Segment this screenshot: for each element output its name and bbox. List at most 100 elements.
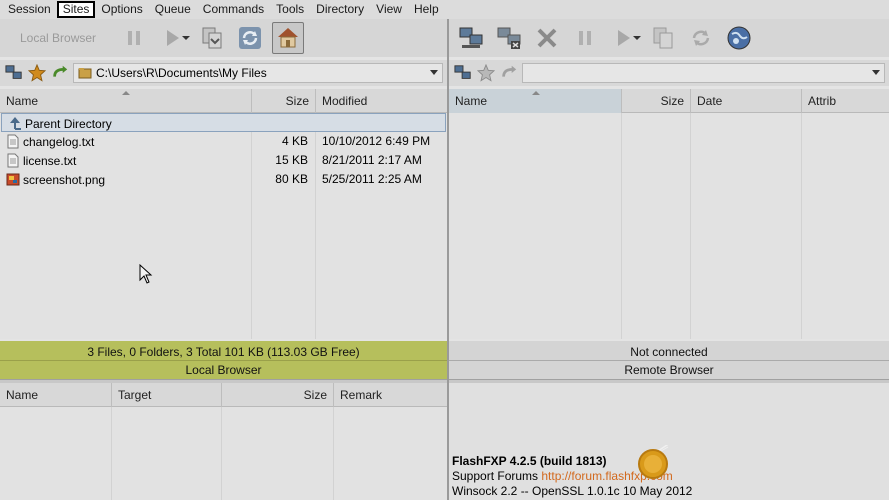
column-modified-label: Modified: [322, 94, 368, 108]
log-winsock-line: Winsock 2.2 -- OpenSSL 1.0.1c 10 May 201…: [452, 484, 693, 498]
menu-bar: Session Sites Options Queue Commands Too…: [0, 0, 889, 19]
file-size: 80 KB: [275, 172, 308, 186]
menu-directory[interactable]: Directory: [310, 1, 370, 18]
pause-icon: [128, 31, 140, 45]
remote-sites-button[interactable]: [453, 63, 473, 83]
compare-folders-button[interactable]: [196, 22, 228, 54]
column-size-label: Size: [660, 94, 684, 108]
file-name: screenshot.png: [23, 172, 106, 187]
sort-arrow-icon: [532, 91, 540, 95]
menu-help[interactable]: Help: [408, 1, 445, 18]
quick-connect-button[interactable]: [723, 22, 755, 54]
image-file-icon: [6, 173, 20, 186]
column-size[interactable]: Size: [222, 383, 334, 407]
column-size-label: Size: [303, 388, 327, 402]
close-icon: [537, 28, 557, 48]
menu-tools[interactable]: Tools: [270, 1, 310, 18]
column-size[interactable]: Size: [622, 89, 691, 113]
parent-dir-icon: [10, 117, 21, 130]
column-name[interactable]: Name: [0, 89, 252, 113]
computers-icon: [454, 65, 471, 79]
menu-view[interactable]: View: [370, 1, 408, 18]
local-file-rows: Parent Directory changelog.txt 4 KB 10/1…: [0, 113, 447, 189]
vertical-splitter[interactable]: [447, 19, 449, 500]
table-row[interactable]: Parent Directory: [1, 113, 446, 132]
flashfxp-logo-icon: [638, 445, 669, 479]
refresh-button[interactable]: [234, 22, 266, 54]
local-sites-button[interactable]: [4, 63, 24, 83]
local-file-list: Name Size Modified Parent Directory chan…: [0, 89, 447, 339]
column-date[interactable]: Date: [691, 89, 802, 113]
compare-folders-icon: [202, 27, 222, 49]
star-icon: [28, 64, 46, 82]
menu-commands[interactable]: Commands: [197, 1, 270, 18]
file-size: 15 KB: [275, 153, 308, 167]
remote-pause-button[interactable]: [569, 22, 601, 54]
abort-button[interactable]: [531, 22, 563, 54]
column-date-label: Date: [697, 94, 723, 108]
menu-options[interactable]: Options: [95, 1, 148, 18]
chevron-down-icon: [633, 36, 641, 40]
column-modified[interactable]: Modified: [316, 89, 447, 113]
column-size-label: Size: [285, 94, 309, 108]
queue-list: Name Target Size Remark: [0, 383, 447, 500]
log-support-label: Support Forums: [452, 469, 542, 483]
chevron-down-icon[interactable]: [872, 70, 880, 75]
chevron-down-icon[interactable]: [430, 70, 438, 75]
refresh-icon: [239, 27, 261, 49]
remote-favorites-button[interactable]: [476, 63, 496, 83]
remote-status-summary: Not connected: [630, 345, 708, 359]
local-status-bar: 3 Files, 0 Folders, 3 Total 101 KB (113.…: [0, 341, 447, 379]
local-browser-button[interactable]: Local Browser: [8, 23, 118, 53]
column-target-label: Target: [118, 388, 152, 402]
home-icon: [278, 28, 298, 48]
column-target[interactable]: Target: [112, 383, 222, 407]
globe-icon: [727, 26, 751, 50]
column-name[interactable]: Name: [449, 89, 622, 113]
local-path-combo[interactable]: C:\Users\R\Documents\My Files: [73, 63, 443, 83]
menu-sites[interactable]: Sites: [56, 1, 96, 18]
remote-status-label: Remote Browser: [449, 360, 889, 379]
local-up-directory-button[interactable]: [50, 63, 70, 83]
column-remark[interactable]: Remark: [334, 383, 447, 407]
remote-refresh-button[interactable]: [685, 22, 717, 54]
transfer-dropdown-arrow[interactable]: [182, 31, 190, 45]
remote-compare-folders-button[interactable]: [647, 22, 679, 54]
column-name[interactable]: Name: [0, 383, 112, 407]
connect-button[interactable]: [455, 22, 487, 54]
file-name: license.txt: [23, 153, 77, 168]
computers-icon: [5, 65, 22, 79]
table-row[interactable]: license.txt 15 KB 8/21/2011 2:17 AM: [0, 151, 447, 170]
column-attrib-label: Attrib: [808, 94, 837, 108]
home-button[interactable]: [272, 22, 304, 54]
remote-path-bar: [449, 60, 889, 86]
column-name-label: Name: [6, 94, 39, 108]
disconnect-button[interactable]: [493, 22, 525, 54]
menu-session[interactable]: Session: [2, 1, 57, 18]
folder-icon: [78, 68, 92, 79]
column-size[interactable]: Size: [252, 89, 316, 113]
local-status-label: Local Browser: [0, 360, 447, 379]
refresh-icon: [692, 30, 710, 46]
mouse-cursor-icon: [139, 264, 153, 284]
text-file-icon: [7, 134, 19, 149]
remote-up-directory-button[interactable]: [499, 63, 519, 83]
menu-queue[interactable]: Queue: [149, 1, 197, 18]
local-favorites-button[interactable]: [27, 63, 47, 83]
remote-file-list-header: Name Size Date Attrib: [449, 89, 889, 113]
local-toolbar: Local Browser: [0, 19, 447, 57]
file-name: Parent Directory: [25, 116, 112, 131]
column-attrib[interactable]: Attrib: [802, 89, 889, 113]
remote-transfer-dropdown-arrow[interactable]: [633, 31, 641, 45]
table-row[interactable]: changelog.txt 4 KB 10/10/2012 6:49 PM: [0, 132, 447, 151]
chevron-down-icon: [182, 36, 190, 40]
remote-path-combo[interactable]: [522, 63, 885, 83]
remote-status-bar: Not connected Remote Browser: [449, 341, 889, 379]
pause-button[interactable]: [118, 22, 150, 54]
file-size: 4 KB: [281, 134, 308, 148]
remote-file-list: Name Size Date Attrib: [449, 89, 889, 339]
text-file-icon: [7, 153, 19, 168]
file-modified: 5/25/2011 2:25 AM: [322, 172, 422, 186]
pause-icon: [579, 31, 591, 45]
table-row[interactable]: screenshot.png 80 KB 5/25/2011 2:25 AM: [0, 170, 447, 189]
